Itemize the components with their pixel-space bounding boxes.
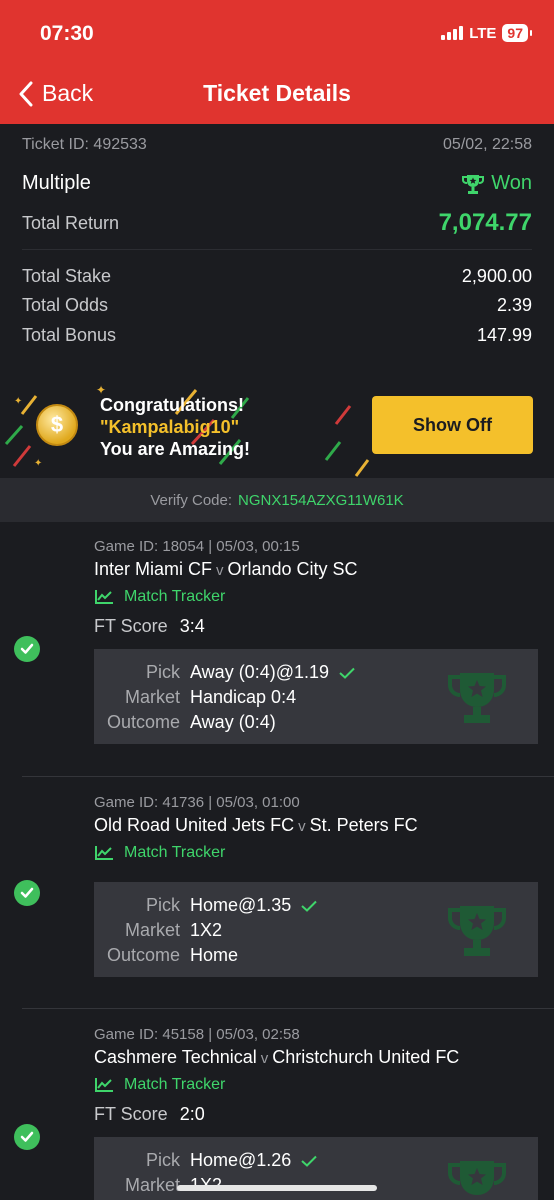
versus-label: v (298, 818, 306, 835)
pick-details: Pick Away (0:4)@1.19 Market Handicap 0:4 O… (94, 649, 538, 744)
congrats-username: "Kampalabig10" (100, 417, 240, 437)
ticket-datetime: 05/02, 22:58 (443, 136, 532, 153)
chevron-left-icon (19, 81, 33, 106)
status-indicators: LTE 97 (441, 24, 532, 42)
match-tracker-label: Match Tracker (124, 588, 226, 605)
pick-value: Away (0:4)@1.19 (190, 662, 330, 682)
status-label: Won (491, 172, 532, 194)
total-odds-label: Total Odds (22, 295, 109, 315)
coin-icon: $ (36, 404, 78, 446)
ticket-id: Ticket ID: 492533 (22, 136, 147, 153)
home-team: Inter Miami CF (94, 559, 213, 579)
market-label: Market (124, 1175, 180, 1195)
trophy-watermark-icon (448, 906, 506, 956)
congrats-line1: Congratulations! (100, 395, 244, 415)
match-teams: Inter Miami CF v Orlando City SC (94, 559, 358, 580)
back-label: Back (42, 80, 94, 106)
home-team: Cashmere Technical (94, 1047, 257, 1067)
pick-details: Pick Home@1.35 Market 1X2 Outcome Home (94, 882, 538, 977)
match-teams: Cashmere Technical v Christchurch United F… (94, 1047, 459, 1068)
verify-label: Verify Code: (150, 491, 233, 509)
game-item: Game ID: 45158 | 05/03, 02:58 Cashmere T… (0, 1010, 554, 1200)
checkmark-icon (301, 1155, 318, 1167)
chart-line-icon (95, 590, 113, 604)
match-teams: Old Road United Jets FC v St. Peters FC (94, 815, 418, 836)
congrats-text: Congratulations! "Kampalabig10" You are … (100, 394, 250, 460)
pick-value: Home@1.35 (190, 895, 292, 915)
game-item: Game ID: 18054 | 05/03, 00:15 Inter Miam… (0, 522, 554, 778)
total-bonus-value: 147.99 (476, 325, 532, 345)
outcome-label: Outcome (106, 945, 180, 965)
chart-line-icon (95, 1078, 113, 1092)
trophy-watermark-icon (448, 673, 506, 723)
divider (22, 249, 532, 250)
market-value: 1X2 (190, 920, 223, 940)
total-odds-value: 2.39 (496, 295, 532, 315)
away-team: Orlando City SC (227, 559, 358, 579)
market-value: Handicap 0:4 (190, 687, 297, 707)
outcome-value: Away (0:4) (190, 712, 276, 732)
battery-icon: 97 (502, 24, 532, 42)
versus-label: v (260, 1050, 269, 1067)
match-tracker-label: Match Tracker (124, 844, 226, 861)
trophy-icon (462, 174, 485, 194)
game-id: Game ID: 45158 | 05/03, 02:58 (94, 1026, 300, 1043)
status-time: 07:30 (40, 22, 94, 45)
congrats-line3: You are Amazing! (100, 439, 251, 459)
match-tracker-link[interactable]: Match Tracker (94, 1076, 225, 1094)
total-stake-label: Total Stake (22, 266, 112, 286)
total-return-label: Total Return (22, 212, 120, 233)
match-tracker-link[interactable]: Match Tracker (94, 844, 225, 862)
total-bonus-label: Total Bonus (22, 325, 117, 345)
verify-code-bar: Verify Code: NGNX154AZXG11W61K (0, 478, 554, 522)
game-item: Game ID: 41736 | 05/03, 01:00 Old Road U… (0, 778, 554, 1010)
pick-label: Pick (145, 895, 180, 915)
ft-score-label: FT Score (94, 1104, 168, 1124)
pick-label: Pick (145, 1150, 180, 1170)
ft-score-value: 3:4 (179, 616, 205, 636)
market-label: Market (124, 687, 180, 707)
check-circle-icon (14, 636, 40, 662)
divider (22, 1008, 554, 1009)
checkmark-icon (339, 667, 355, 679)
svg-text:✦: ✦ (34, 458, 42, 469)
status-badge: Won (461, 172, 532, 195)
verify-code[interactable]: NGNX154AZXG11W61K (238, 492, 404, 509)
svg-text:✦: ✦ (14, 396, 22, 407)
match-tracker-label: Match Tracker (124, 1076, 226, 1093)
show-off-button[interactable]: Show Off (372, 396, 533, 454)
home-team: Old Road United Jets FC (94, 815, 295, 835)
checkmark-icon (301, 900, 318, 912)
signal-icon (441, 26, 464, 40)
ft-score-label: FT Score (94, 616, 168, 636)
versus-label: v (216, 562, 224, 579)
ticket-summary: Ticket ID: 492533 05/02, 22:58 Multiple … (0, 124, 554, 478)
ft-score-value: 2:0 (179, 1104, 205, 1124)
pick-value: Home@1.26 (190, 1150, 292, 1170)
divider (22, 776, 554, 777)
game-id: Game ID: 41736 | 05/03, 01:00 (94, 794, 300, 811)
trophy-watermark-icon (448, 1161, 506, 1195)
ticket-type: Multiple (22, 172, 91, 194)
away-team: Christchurch United FC (272, 1047, 460, 1067)
ft-score: FT Score 3:4 (94, 616, 205, 637)
game-id: Game ID: 18054 | 05/03, 00:15 (94, 538, 300, 555)
outcome-label: Outcome (106, 712, 180, 732)
check-circle-icon (14, 880, 40, 906)
ft-score: FT Score 2:0 (94, 1104, 205, 1125)
total-stake-value: 2,900.00 (461, 266, 532, 286)
total-return-value: 7,074.77 (438, 209, 532, 236)
chart-line-icon (95, 846, 113, 860)
home-indicator[interactable] (177, 1185, 377, 1191)
outcome-value: Home (190, 945, 239, 965)
away-team: St. Peters FC (309, 815, 418, 835)
market-label: Market (124, 920, 180, 940)
match-tracker-link[interactable]: Match Tracker (94, 588, 225, 606)
network-type: LTE (469, 24, 497, 42)
app-header: 07:30 LTE 97 Back Ticket Details (0, 0, 554, 124)
pick-label: Pick (145, 662, 180, 682)
check-circle-icon (14, 1124, 40, 1150)
back-button[interactable]: Back (18, 80, 93, 107)
